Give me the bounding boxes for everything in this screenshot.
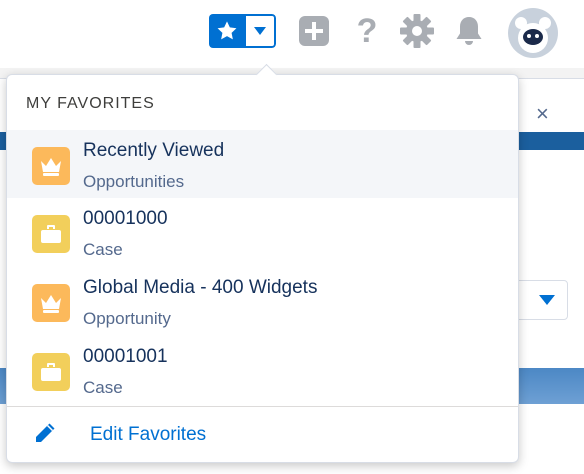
pencil-icon [36, 423, 55, 442]
caret-down-icon [539, 295, 555, 305]
plus-square-icon [299, 16, 329, 46]
caret-down-icon [254, 27, 266, 35]
favorites-heading: MY FAVORITES [26, 95, 155, 112]
favorite-subtitle: Opportunities [83, 172, 185, 191]
favorite-item[interactable]: 00001000 Case [7, 198, 518, 266]
favorites-dropdown: MY FAVORITES Recently Viewed Opportuniti… [6, 63, 519, 463]
help-button[interactable]: ? [354, 11, 380, 50]
favorite-subtitle: Case [83, 240, 123, 259]
star-icon [217, 21, 237, 40]
bell-icon [456, 17, 482, 45]
setup-button[interactable] [398, 14, 436, 48]
global-actions-button[interactable] [297, 14, 331, 48]
astro-avatar-icon [510, 10, 556, 56]
notifications-button[interactable] [452, 14, 486, 48]
global-header: ? [0, 0, 584, 68]
gear-icon [400, 14, 434, 48]
close-icon[interactable]: × [536, 101, 549, 127]
favorites-menu-button[interactable] [245, 14, 276, 48]
help-icon: ? [356, 11, 378, 50]
favorite-title: 00001000 [83, 208, 168, 229]
favorites-button[interactable] [209, 14, 245, 48]
crown-icon [32, 147, 70, 185]
favorite-title: 00001001 [83, 346, 168, 367]
favorite-subtitle: Opportunity [83, 309, 171, 328]
crown-icon [32, 284, 70, 322]
favorites-button-group [209, 14, 276, 48]
favorite-subtitle: Case [83, 378, 123, 397]
briefcase-icon [32, 353, 70, 391]
favorite-title: Recently Viewed [83, 140, 225, 161]
user-avatar[interactable] [508, 8, 558, 58]
favorite-item[interactable]: Global Media - 400 Widgets Opportunity [7, 267, 518, 335]
edit-favorites-button[interactable]: Edit Favorites [7, 407, 518, 462]
favorite-item[interactable]: 00001001 Case [7, 336, 518, 404]
favorite-item[interactable]: Recently Viewed Opportunities [7, 130, 518, 198]
briefcase-icon [32, 215, 70, 253]
favorite-title: Global Media - 400 Widgets [83, 277, 318, 298]
edit-favorites-label: Edit Favorites [90, 424, 207, 445]
